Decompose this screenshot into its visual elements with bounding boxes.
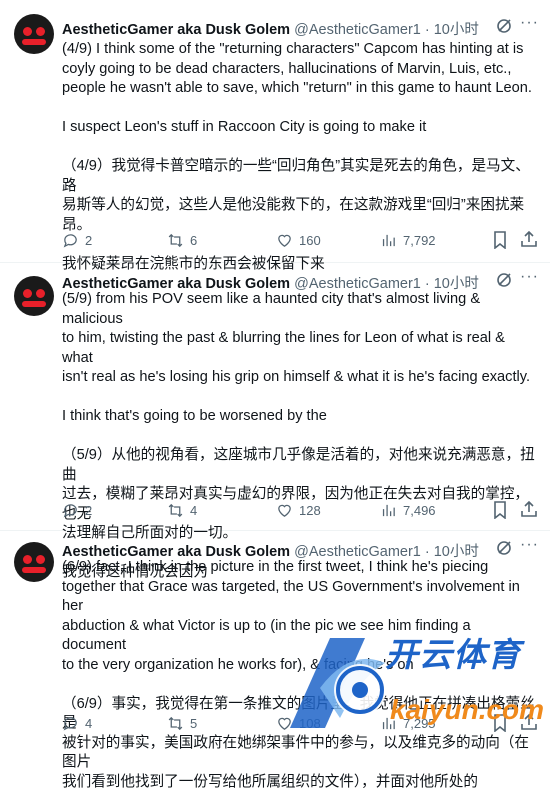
heart-icon <box>276 232 293 249</box>
avatar[interactable] <box>14 276 54 316</box>
display-name[interactable]: AestheticGamer aka Dusk Golem <box>62 22 290 38</box>
grok-icon[interactable] <box>496 18 512 34</box>
share-icon[interactable] <box>520 230 538 248</box>
heart-icon <box>276 502 293 519</box>
reply-icon <box>62 502 79 519</box>
views-icon <box>380 502 397 519</box>
text-line: (5/9) from his POV seem like a haunted c… <box>62 290 536 329</box>
retweet-icon <box>167 715 184 732</box>
blank-line <box>62 388 536 408</box>
tweet-header: AestheticGamer aka Dusk Golem @Aesthetic… <box>62 540 534 558</box>
bookmark-icon[interactable] <box>492 501 508 519</box>
watermark-title: 开云体育 <box>385 628 521 676</box>
retweet-button[interactable]: 4 <box>167 500 197 520</box>
text-line: to him, twisting the past & blurring the… <box>62 329 536 368</box>
blank-line <box>62 427 536 447</box>
tweet-2[interactable]: AestheticGamer aka Dusk Golem @Aesthetic… <box>0 262 550 531</box>
tweet-header: AestheticGamer aka Dusk Golem @Aesthetic… <box>62 272 534 290</box>
share-icon[interactable] <box>520 500 538 518</box>
more-icon[interactable]: ··· <box>520 540 538 556</box>
reply-button[interactable]: 4 <box>62 713 92 733</box>
retweet-count: 5 <box>190 716 197 731</box>
tweet-header: AestheticGamer aka Dusk Golem @Aesthetic… <box>62 18 534 36</box>
text-line: I think that's going to be worsened by t… <box>62 407 536 427</box>
retweet-icon <box>167 502 184 519</box>
reply-icon <box>62 715 79 732</box>
watermark-url: kaiyun.com <box>390 694 544 726</box>
text-line: people he wasn't able to save, which "re… <box>62 79 536 99</box>
retweet-count: 4 <box>190 503 197 518</box>
text-line: coyly going to be dead characters, hallu… <box>62 60 536 80</box>
retweet-count: 6 <box>190 233 197 248</box>
reply-count: 2 <box>85 503 92 518</box>
like-count: 160 <box>299 233 321 248</box>
reply-icon <box>62 232 79 249</box>
views-button[interactable]: 7,496 <box>380 500 436 520</box>
views-icon <box>380 232 397 249</box>
text-line: isn't real as he's losing his grip on hi… <box>62 368 536 388</box>
text-line: （4/9）我觉得卡普空暗示的一些“回归角色”其实是死去的角色，是马文、路 <box>62 157 536 196</box>
text-line: I suspect Leon's stuff in Raccoon City i… <box>62 118 536 138</box>
grok-icon[interactable] <box>496 540 512 556</box>
text-line: together that Grace was targeted, the US… <box>62 578 536 617</box>
blank-line <box>62 99 536 119</box>
like-button[interactable]: 160 <box>276 230 321 250</box>
blank-line <box>62 138 536 158</box>
retweet-icon <box>167 232 184 249</box>
text-line: 我们看到他找到了一份写给他所属组织的文件），并面对他所处的 <box>62 773 536 792</box>
view-count: 7,792 <box>403 233 436 248</box>
retweet-button[interactable]: 5 <box>167 713 197 733</box>
reply-button[interactable]: 2 <box>62 230 92 250</box>
reply-count: 2 <box>85 233 92 248</box>
more-icon[interactable]: ··· <box>520 18 538 34</box>
action-bar: 2 6 160 7,792 <box>62 230 532 250</box>
tweet-1[interactable]: AestheticGamer aka Dusk Golem @Aesthetic… <box>0 0 550 263</box>
grok-icon[interactable] <box>496 272 512 288</box>
like-button[interactable]: 128 <box>276 500 321 520</box>
avatar[interactable] <box>14 14 54 54</box>
like-count: 128 <box>299 503 321 518</box>
timestamp[interactable]: · 10小时 <box>425 22 479 38</box>
avatar[interactable] <box>14 542 54 582</box>
more-icon[interactable]: ··· <box>520 272 538 288</box>
text-line: (6/9) fact, I think in the picture in th… <box>62 558 536 578</box>
handle[interactable]: @AestheticGamer1 <box>294 22 421 38</box>
reply-button[interactable]: 2 <box>62 500 92 520</box>
bookmark-icon[interactable] <box>492 231 508 249</box>
retweet-button[interactable]: 6 <box>167 230 197 250</box>
text-line: (4/9) I think some of the "returning cha… <box>62 40 536 60</box>
text-line: （5/9）从他的视角看，这座城市几乎像是活着的，对他来说充满恶意，扭曲 <box>62 446 536 485</box>
view-count: 7,496 <box>403 503 436 518</box>
reply-count: 4 <box>85 716 92 731</box>
views-button[interactable]: 7,792 <box>380 230 436 250</box>
action-bar: 2 4 128 7,496 <box>62 500 532 520</box>
